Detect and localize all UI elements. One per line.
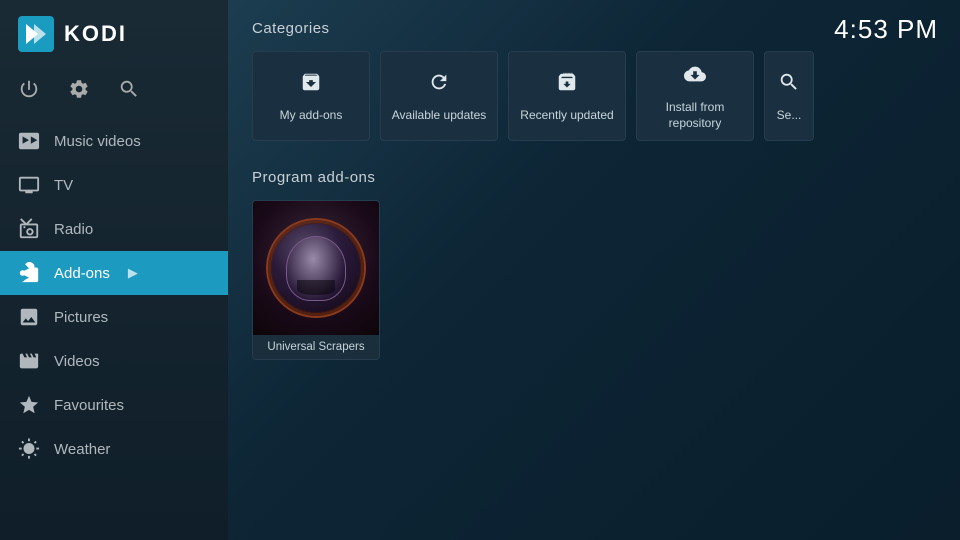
sidebar-item-radio[interactable]: Radio [0,207,228,251]
sidebar-item-weather-label: Weather [54,441,110,458]
sidebar-nav: Music videos TV Radio [0,119,228,540]
sidebar-item-add-ons[interactable]: Add-ons ▶ [0,251,228,295]
category-available-updates[interactable]: Available updates [380,51,498,141]
music-videos-icon [18,130,40,152]
cursor-indicator: ▶ [128,265,138,281]
program-addons-grid: Universal Scrapers [252,200,936,360]
category-search[interactable]: Se... [764,51,814,141]
sidebar-item-tv[interactable]: TV [0,163,228,207]
category-install-from-repository[interactable]: Install from repository [636,51,754,141]
videos-icon [18,350,40,372]
sidebar-item-favourites-label: Favourites [54,397,124,414]
weather-icon [18,438,40,460]
sidebar-item-pictures-label: Pictures [54,309,108,326]
main-content: 4:53 PM Categories My add-ons Available … [228,0,960,540]
power-button[interactable] [18,78,40,105]
kodi-logo-icon [18,16,54,52]
sidebar-item-pictures[interactable]: Pictures [0,295,228,339]
favourites-icon [18,394,40,416]
my-add-ons-label: My add-ons [280,108,343,124]
sidebar-item-radio-label: Radio [54,221,93,238]
program-thumb [253,201,379,335]
install-from-repository-label: Install from repository [666,100,725,131]
category-recently-updated[interactable]: Recently updated [508,51,626,141]
sidebar-item-add-ons-label: Add-ons [54,265,110,282]
box-star-icon [556,69,578,100]
sidebar-controls [0,68,228,119]
box-icon [300,69,322,100]
refresh-icon [428,69,450,100]
time-display: 4:53 PM [834,14,938,45]
available-updates-label: Available updates [392,108,487,124]
search-category-icon [778,69,800,100]
sidebar-header: KODI [0,0,228,68]
sidebar-item-tv-label: TV [54,177,73,194]
sidebar-item-music-videos[interactable]: Music videos [0,119,228,163]
sidebar: KODI Music videos [0,0,228,540]
search-label: Se... [777,108,802,124]
search-button[interactable] [118,78,140,105]
addons-icon [18,262,40,284]
settings-button[interactable] [68,78,90,105]
sidebar-item-weather[interactable]: Weather [0,427,228,471]
category-my-add-ons[interactable]: My add-ons [252,51,370,141]
app-title: KODI [64,21,127,47]
tv-icon [18,174,40,196]
program-card-label: Universal Scrapers [253,335,379,359]
categories-grid: My add-ons Available updates Recently up… [252,51,936,141]
cloud-download-icon [684,61,706,92]
sidebar-item-favourites[interactable]: Favourites [0,383,228,427]
recently-updated-label: Recently updated [520,108,613,124]
program-addons-title: Program add-ons [252,169,936,186]
sidebar-item-music-videos-label: Music videos [54,133,141,150]
sidebar-item-videos-label: Videos [54,353,100,370]
pictures-icon [18,306,40,328]
sidebar-item-videos[interactable]: Videos [0,339,228,383]
program-card-universal-scrapers[interactable]: Universal Scrapers [252,200,380,360]
radio-icon [18,218,40,240]
